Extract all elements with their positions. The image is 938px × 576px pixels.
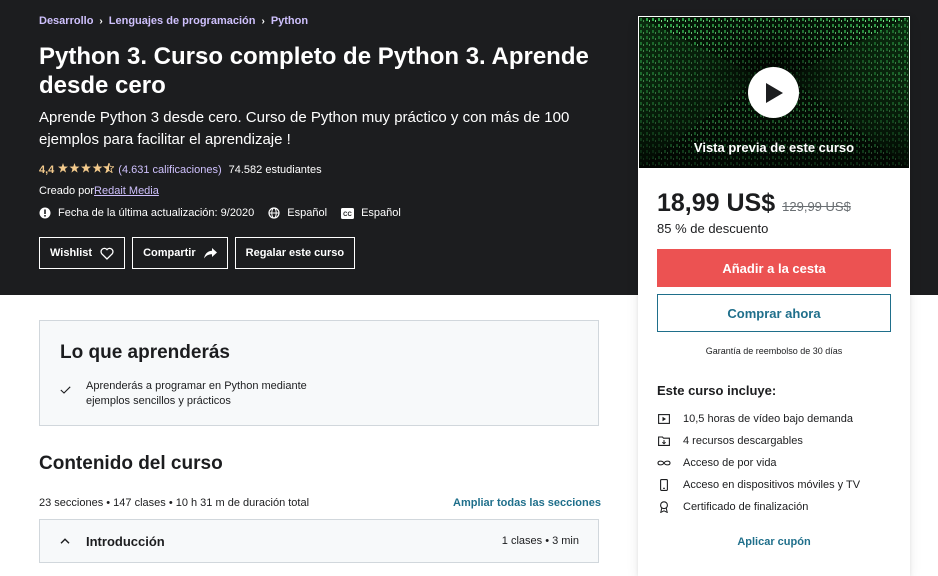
checkmark-icon [60, 381, 72, 399]
expand-all-sections-button[interactable]: Ampliar todas las secciones [453, 497, 601, 509]
video-icon [657, 414, 671, 424]
created-by-label: Creado por [39, 185, 95, 197]
course-subtitle: Aprende Python 3 desde cero. Curso de Py… [39, 109, 570, 148]
includes-text: Certificado de finalización [683, 501, 809, 513]
language-text: Español [287, 207, 328, 219]
rating-value: 4,4 [39, 163, 55, 176]
course-meta: Fecha de la última actualización: 9/2020… [39, 207, 415, 219]
certificate-icon [657, 501, 671, 513]
includes-text: 10,5 horas de vídeo bajo demanda [683, 413, 854, 425]
includes-text: Acceso en dispositivos móviles y TV [683, 479, 861, 491]
breadcrumb-item-desarrollo[interactable]: Desarrollo [39, 15, 93, 27]
includes-item: Acceso en dispositivos móviles y TV [657, 474, 860, 496]
chevron-right-icon: › [99, 15, 103, 27]
what-you-learn: Lo que aprenderás Aprenderás a programar… [39, 320, 599, 426]
includes-text: 4 recursos descargables [683, 435, 803, 447]
breadcrumb: Desarrollo › Lenguajes de programación ›… [39, 15, 308, 27]
course-title: Python 3. Curso completo de Python 3. Ap… [39, 43, 589, 99]
includes-item: Certificado de finalización [657, 496, 860, 518]
captions: CC Español [341, 207, 401, 219]
course-content-stats: 23 secciones • 147 clases • 10 h 31 m de… [39, 497, 310, 509]
includes-item: 4 recursos descargables [657, 430, 860, 452]
discount-text: 85 % de descuento [657, 221, 769, 236]
mobile-icon [657, 479, 671, 491]
learn-item-text: Aprenderás a programar en Python mediant… [86, 380, 307, 407]
rating-row: 4,4 (4.631 calificaciones) 74.582 estudi… [39, 161, 322, 176]
includes-item: Acceso de por vida [657, 452, 860, 474]
chevron-up-icon [60, 538, 74, 544]
includes-list: 10,5 horas de vídeo bajo demanda 4 recur… [657, 408, 860, 518]
share-button[interactable]: Compartir [132, 237, 228, 269]
closed-captions-icon: CC [341, 207, 355, 219]
instructor-link[interactable]: Redait Media [94, 185, 159, 197]
add-to-cart-button[interactable]: Añadir a la cesta [657, 249, 891, 287]
play-icon [765, 82, 783, 103]
download-folder-icon [657, 436, 671, 446]
apply-coupon-link[interactable]: Aplicar cupón [639, 536, 909, 548]
purchase-sidebar: Vista previa de este curso 18,99 US$ 129… [638, 16, 910, 576]
section-accordion-introduccion[interactable]: Introducción 1 clases • 3 min [39, 519, 599, 563]
preview-label: Vista previa de este curso [693, 140, 855, 155]
chevron-right-icon: › [261, 15, 265, 27]
money-back-guarantee: Garantía de reembolso de 30 días [705, 346, 843, 356]
current-price: 18,99 US$ [657, 189, 776, 217]
creator-line: Creado porRedait Media [39, 185, 159, 197]
heart-icon [100, 247, 114, 260]
captions-text: Español [361, 207, 401, 219]
students-count: 74.582 estudiantes [228, 163, 322, 176]
section-title: Introducción [86, 533, 165, 549]
share-arrow-icon [203, 247, 217, 258]
gift-course-button[interactable]: Regalar este curso [234, 237, 356, 269]
infinity-icon [657, 459, 671, 467]
original-price: 129,99 US$ [782, 199, 851, 214]
includes-title: Este curso incluye: [657, 383, 777, 398]
alert-badge-icon [39, 207, 51, 219]
breadcrumb-item-lenguajes[interactable]: Lenguajes de programación [109, 15, 256, 27]
includes-text: Acceso de por vida [683, 457, 777, 469]
wishlist-label: Wishlist [50, 247, 93, 259]
last-update-text: Fecha de la última actualización: 9/2020 [58, 207, 255, 219]
course-content-title: Contenido del curso [39, 453, 223, 474]
buy-now-button[interactable]: Comprar ahora [657, 294, 891, 332]
star-rating-icon [58, 161, 116, 176]
learn-title: Lo que aprenderás [60, 342, 230, 363]
price-row: 18,99 US$ 129,99 US$ [657, 189, 851, 218]
learn-item: Aprenderás a programar en Python mediant… [60, 379, 326, 409]
globe-icon [268, 207, 280, 219]
language: Español [268, 207, 327, 219]
share-label: Compartir [143, 247, 196, 259]
rating-count[interactable]: (4.631 calificaciones) [118, 164, 221, 176]
wishlist-button[interactable]: Wishlist [39, 237, 126, 269]
breadcrumb-item-python[interactable]: Python [271, 15, 308, 27]
play-button[interactable] [748, 67, 799, 118]
svg-text:CC: CC [343, 212, 352, 218]
course-actions: Wishlist Compartir Regalar este curso [39, 237, 362, 269]
includes-item: 10,5 horas de vídeo bajo demanda [657, 408, 860, 430]
last-update: Fecha de la última actualización: 9/2020 [39, 207, 254, 219]
course-preview[interactable]: Vista previa de este curso [639, 17, 909, 168]
gift-label: Regalar este curso [245, 247, 345, 259]
section-meta: 1 clases • 3 min [501, 535, 579, 547]
